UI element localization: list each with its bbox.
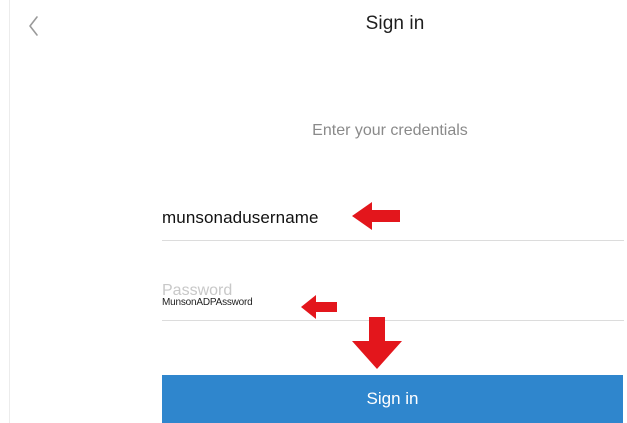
password-annotation-arrow	[299, 292, 339, 322]
sign-in-annotation-arrow	[350, 315, 404, 371]
arrow-down-icon	[352, 317, 402, 369]
sign-in-screen: Sign in Enter your credentials munsonadu…	[0, 0, 627, 423]
chevron-left-icon	[29, 16, 38, 36]
sign-in-button[interactable]: Sign in	[162, 375, 623, 423]
page-title: Sign in	[365, 13, 425, 34]
username-value: munsonadusername	[162, 208, 319, 227]
username-annotation-arrow	[350, 200, 402, 232]
back-button[interactable]	[22, 12, 46, 40]
arrow-left-icon	[301, 295, 337, 319]
credentials-subtitle: Enter your credentials	[312, 122, 468, 139]
password-typed-text: MunsonADPAssword	[162, 297, 253, 308]
left-divider	[9, 0, 10, 423]
arrow-left-icon	[352, 202, 400, 230]
